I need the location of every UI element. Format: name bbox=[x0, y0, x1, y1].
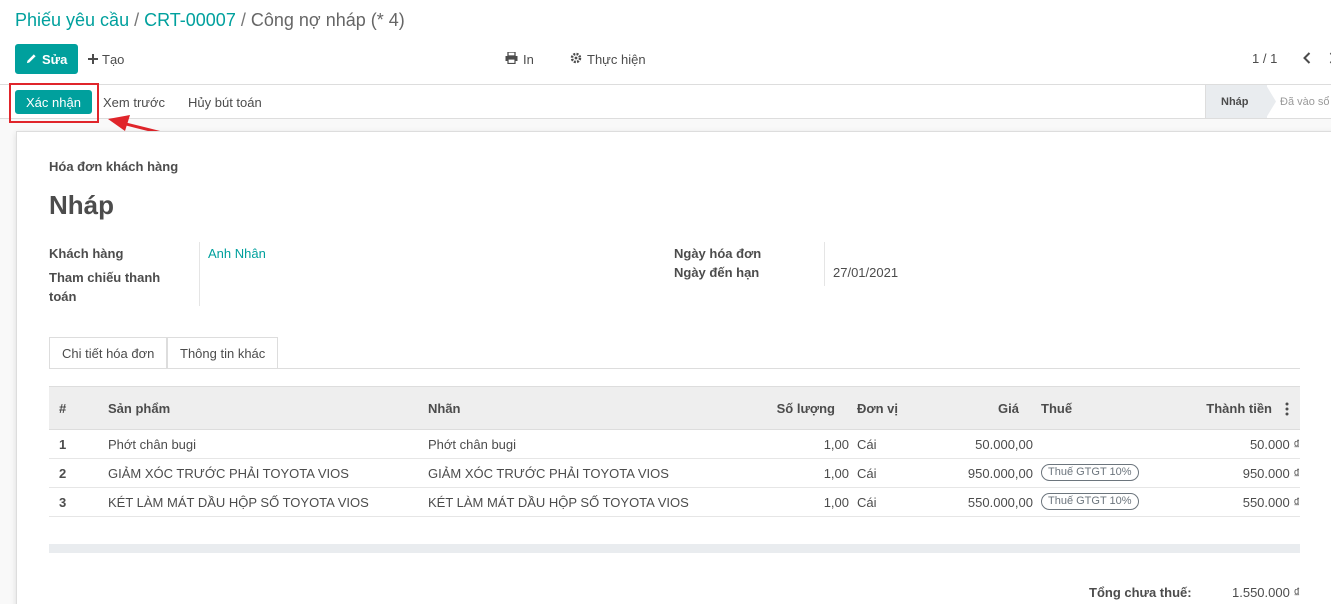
breadcrumb-separator: / bbox=[240, 10, 246, 30]
column-header-tax[interactable]: Thuế bbox=[1041, 401, 1072, 416]
column-header-uom[interactable]: Đơn vị bbox=[857, 401, 898, 416]
invoice-name: Nháp bbox=[49, 190, 114, 220]
control-panel: Phiếu yêu cầu / CRT-00007/Công nợ nháp (* … bbox=[0, 0, 1331, 85]
print-button[interactable]: In bbox=[497, 44, 542, 74]
stage-draft: Nháp bbox=[1205, 85, 1267, 118]
form-statusbar: Xác nhận Xem trước Hủy bút toán Nháp Đã … bbox=[0, 85, 1331, 119]
stage-arrow-icon bbox=[1266, 85, 1276, 118]
row-quantity: 1,00 bbox=[823, 466, 849, 481]
cancel-entry-button[interactable]: Hủy bút toán bbox=[181, 90, 269, 114]
tab-other-info[interactable]: Thông tin khác bbox=[167, 337, 279, 369]
edit-button[interactable]: Sửa bbox=[15, 44, 79, 74]
row-subtotal: 550.000 ₫ bbox=[1242, 495, 1300, 510]
plus-icon bbox=[88, 52, 98, 67]
row-uom: Cái bbox=[857, 437, 877, 452]
row-subtotal: 950.000 ₫ bbox=[1242, 466, 1300, 481]
row-product: KÉT LÀM MÁT DẦU HỘP SỐ TOYOTA VIOS bbox=[108, 495, 369, 510]
row-price: 950.000,00 bbox=[967, 466, 1033, 481]
breadcrumb-item-record[interactable]: CRT-00007 bbox=[144, 10, 236, 30]
create-button-label: Tạo bbox=[102, 51, 125, 67]
table-row[interactable]: 2 GIẢM XÓC TRƯỚC PHẢI TOYOTA VIOS GIẢM X… bbox=[49, 459, 1300, 488]
kebab-icon[interactable] bbox=[1282, 401, 1292, 417]
column-header-number: # bbox=[59, 401, 67, 416]
column-header-price[interactable]: Giá bbox=[998, 401, 1019, 416]
edit-button-label: Sửa bbox=[42, 51, 68, 67]
stage-posted[interactable]: Đã vào sổ bbox=[1280, 85, 1330, 118]
row-uom: Cái bbox=[857, 495, 877, 510]
breadcrumb-item-requests[interactable]: Phiếu yêu cầu bbox=[15, 10, 129, 30]
invoice-lines-table: # Sản phẩm Nhãn Số lượng Đơn vị Giá Thuế… bbox=[49, 386, 1300, 517]
pencil-icon bbox=[26, 52, 37, 67]
invoice-form-sheet: Hóa đơn khách hàng Nháp Khách hàng Anh N… bbox=[16, 131, 1331, 604]
breadcrumb-separator: / bbox=[134, 10, 140, 30]
column-header-label[interactable]: Nhãn bbox=[428, 401, 461, 416]
row-label: Phớt chân bugi bbox=[428, 437, 517, 452]
chevron-left-icon bbox=[1303, 51, 1311, 67]
row-number: 2 bbox=[59, 466, 67, 481]
table-header: # Sản phẩm Nhãn Số lượng Đơn vị Giá Thuế… bbox=[49, 386, 1300, 430]
field-divider bbox=[824, 242, 825, 286]
row-subtotal: 50.000 ₫ bbox=[1249, 437, 1300, 452]
document-type-label: Hóa đơn khách hàng bbox=[49, 159, 179, 174]
row-product: Phớt chân bugi bbox=[108, 437, 197, 452]
due-date-field[interactable]: 27/01/2021 bbox=[833, 265, 898, 280]
column-header-subtotal[interactable]: Thành tiền bbox=[1206, 401, 1272, 416]
row-number: 3 bbox=[59, 495, 67, 510]
pager-previous-button[interactable] bbox=[1296, 47, 1318, 71]
preview-button[interactable]: Xem trước bbox=[96, 90, 172, 114]
field-divider bbox=[199, 242, 200, 306]
tax-badge: Thuế GTGT 10% bbox=[1041, 464, 1139, 481]
row-label: KÉT LÀM MÁT DẦU HỘP SỐ TOYOTA VIOS bbox=[428, 495, 689, 510]
column-header-product[interactable]: Sản phẩm bbox=[108, 401, 170, 416]
table-row[interactable]: 3 KÉT LÀM MÁT DẦU HỘP SỐ TOYOTA VIOS KÉT… bbox=[49, 488, 1300, 517]
table-row[interactable]: 1 Phớt chân bugi Phớt chân bugi 1,00 Cái… bbox=[49, 430, 1300, 459]
breadcrumb-item-current: Công nợ nháp (* 4) bbox=[250, 10, 405, 30]
tab-invoice-lines[interactable]: Chi tiết hóa đơn bbox=[49, 337, 168, 369]
breadcrumb: Phiếu yêu cầu / CRT-00007/Công nợ nháp (* … bbox=[15, 10, 405, 31]
row-label: GIẢM XÓC TRƯỚC PHẢI TOYOTA VIOS bbox=[428, 466, 669, 481]
untaxed-total-label: Tổng chưa thuế: bbox=[1089, 585, 1192, 600]
row-uom: Cái bbox=[857, 466, 877, 481]
create-button[interactable]: Tạo bbox=[80, 44, 132, 74]
print-button-label: In bbox=[523, 51, 534, 67]
due-date-label: Ngày đến hạn bbox=[674, 265, 760, 280]
table-footer bbox=[49, 544, 1300, 553]
row-quantity: 1,00 bbox=[823, 495, 849, 510]
untaxed-total-value: 1.550.000 ₫ bbox=[1232, 585, 1301, 600]
row-price: 550.000,00 bbox=[967, 495, 1033, 510]
row-number: 1 bbox=[59, 437, 67, 452]
confirm-button[interactable]: Xác nhận bbox=[15, 90, 92, 114]
row-product: GIẢM XÓC TRƯỚC PHẢI TOYOTA VIOS bbox=[108, 466, 349, 481]
invoice-date-label: Ngày hóa đơn bbox=[674, 246, 762, 261]
row-price: 50.000,00 bbox=[975, 437, 1033, 452]
pager-next-button[interactable] bbox=[1322, 47, 1331, 71]
tax-badge: Thuế GTGT 10% bbox=[1041, 493, 1139, 510]
print-icon bbox=[505, 50, 518, 67]
customer-field[interactable]: Anh Nhân bbox=[208, 246, 266, 261]
action-button-label: Thực hiện bbox=[587, 51, 646, 67]
pager-value: 1 / 1 bbox=[1252, 51, 1278, 66]
payment-reference-label: Tham chiếu thanh toán bbox=[49, 270, 161, 304]
customer-label: Khách hàng bbox=[49, 246, 124, 261]
row-quantity: 1,00 bbox=[823, 437, 849, 452]
gear-icon bbox=[570, 52, 582, 67]
action-button[interactable]: Thực hiện bbox=[562, 44, 654, 74]
tab-divider bbox=[49, 368, 1300, 369]
column-header-quantity[interactable]: Số lượng bbox=[777, 401, 835, 416]
